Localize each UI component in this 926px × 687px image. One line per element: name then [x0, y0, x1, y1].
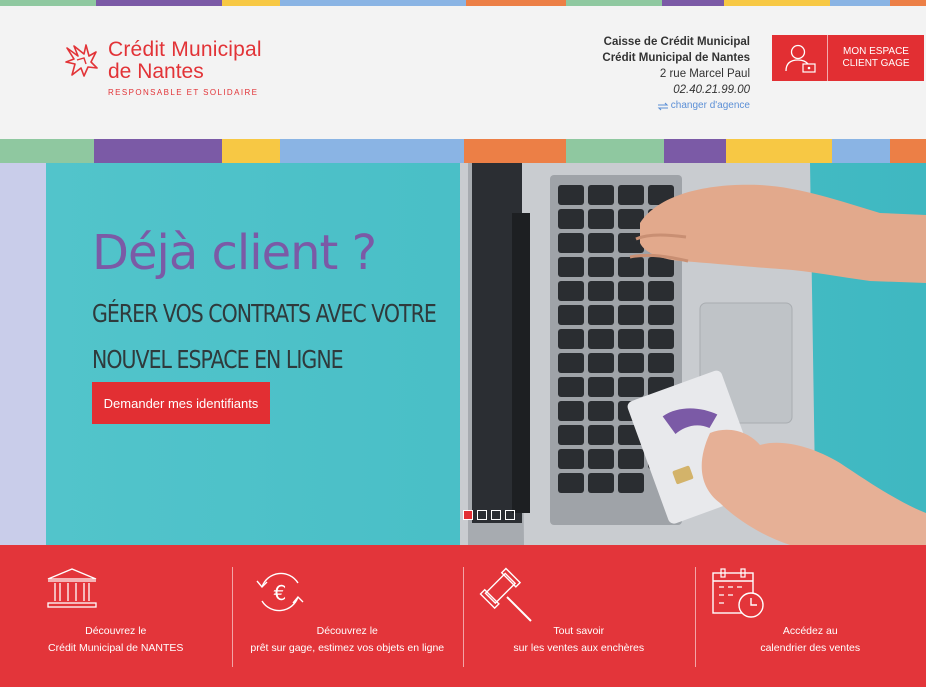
- client-space-label-line2: CLIENT GAGE: [842, 58, 910, 69]
- hero-left-strip: [0, 163, 46, 545]
- feature-2-line2: prêt sur gage, estimez vos objets en lig…: [250, 642, 445, 654]
- hero-title: Déjà client ?: [92, 225, 377, 281]
- griffin-logo-icon: [65, 44, 98, 77]
- change-agency-link[interactable]: changer d'agence: [657, 98, 750, 114]
- feature-1-line2: Crédit Municipal de NANTES: [48, 642, 184, 654]
- hero-subtitle-line2: NOUVEL ESPACE EN LIGNE: [92, 345, 344, 374]
- feature-3-line1: Tout savoir: [553, 625, 605, 637]
- hero-slider: Déjà client ? GÉRER VOS CONTRATS AVEC VO…: [0, 163, 926, 545]
- logo-title-line2: de Nantes: [108, 60, 204, 83]
- features-bar: Découvrez le Crédit Municipal de NANTES …: [0, 545, 926, 687]
- agency-name-line2: Crédit Municipal de Nantes: [602, 52, 750, 64]
- laptop-hands-illustration: [460, 163, 926, 545]
- feature-auction-info[interactable]: Tout savoir sur les ventes aux enchères: [463, 545, 695, 687]
- bank-building-icon: [47, 568, 97, 608]
- agency-info: Caisse de Crédit Municipal Crédit Munici…: [602, 34, 750, 116]
- agency-name-line1: Caisse de Crédit Municipal: [603, 36, 750, 48]
- slider-pagination: [463, 510, 515, 520]
- euro-exchange-icon: €: [255, 572, 303, 612]
- feature-4-line1: Accédez au: [782, 625, 838, 637]
- slider-dot-4[interactable]: [505, 510, 515, 520]
- feature-2-line1: Découvrez le: [316, 625, 378, 637]
- user-account-icon: [784, 44, 816, 73]
- slider-dot-3[interactable]: [491, 510, 501, 520]
- client-space-label-line1: MON ESPACE: [843, 46, 909, 57]
- feature-discover-pledge-loan[interactable]: € Découvrez le prêt sur gage, estimez vo…: [231, 545, 464, 687]
- change-agency-label: changer d'agence: [670, 100, 750, 111]
- hero-subtitle-line1: GÉRER VOS CONTRATS AVEC VOTRE: [92, 299, 437, 328]
- feature-1-line1: Découvrez le: [85, 625, 147, 637]
- calendar-clock-icon: [711, 568, 764, 618]
- slider-dot-2[interactable]: [477, 510, 487, 520]
- site-header: Crédit Municipal de Nantes RESPONSABLE E…: [0, 6, 926, 139]
- feature-3-line2: sur les ventes aux enchères: [513, 642, 645, 654]
- slider-dot-1[interactable]: [463, 510, 473, 520]
- auction-gavel-icon: [479, 567, 532, 622]
- logo-title-line1: Crédit Municipal: [108, 38, 262, 61]
- agency-phone[interactable]: 02.40.21.99.00: [602, 82, 750, 98]
- logo-tagline: RESPONSABLE ET SOLIDAIRE: [108, 88, 259, 97]
- request-credentials-button[interactable]: Demander mes identifiants: [92, 382, 270, 424]
- header-color-band: [0, 139, 926, 163]
- swap-arrows-icon: [657, 102, 669, 110]
- feature-4-line2: calendrier des ventes: [760, 642, 861, 654]
- site-logo[interactable]: Crédit Municipal de Nantes RESPONSABLE E…: [64, 38, 294, 102]
- feature-discover-credit-municipal[interactable]: Découvrez le Crédit Municipal de NANTES: [0, 545, 232, 687]
- agency-address: 2 rue Marcel Paul: [659, 68, 750, 80]
- client-space-button[interactable]: MON ESPACE CLIENT GAGE: [772, 35, 924, 81]
- svg-text:€: €: [273, 581, 286, 605]
- feature-sales-calendar[interactable]: Accédez au calendrier des ventes: [694, 545, 926, 687]
